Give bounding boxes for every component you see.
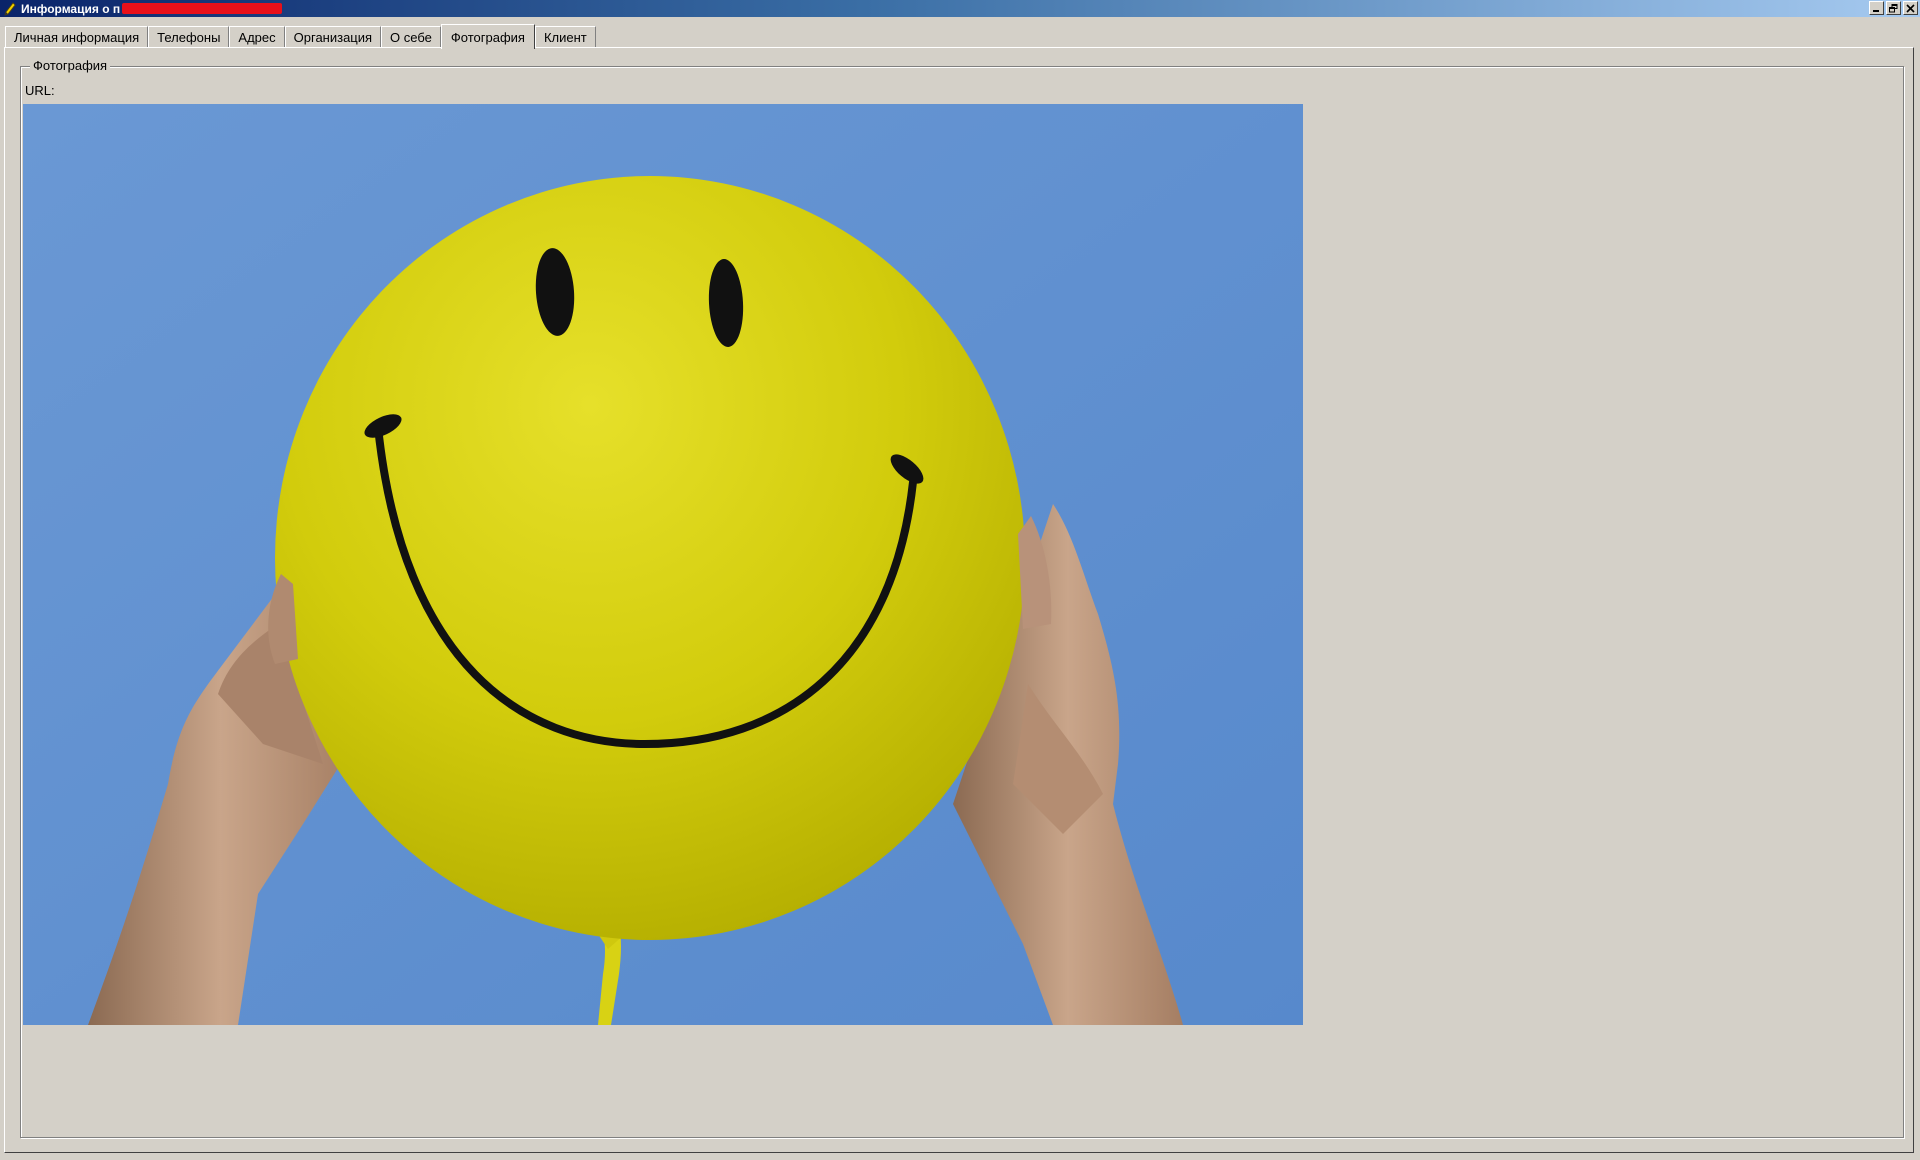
tab-about[interactable]: О себе — [381, 26, 441, 48]
tab-client[interactable]: Клиент — [534, 26, 596, 48]
photo-image — [23, 104, 1303, 1025]
url-label: URL: — [25, 83, 55, 98]
tab-phones[interactable]: Телефоны — [148, 26, 230, 48]
window-controls — [1869, 1, 1918, 15]
window-title: Информация о п — [21, 1, 121, 16]
minimize-button[interactable] — [1869, 1, 1884, 15]
groupbox-legend: Фотография — [30, 58, 111, 73]
title-bar[interactable]: Информация о п — [0, 0, 1920, 17]
tab-photo[interactable]: Фотография — [440, 24, 535, 49]
tab-strip: Личная информация Телефоны Адрес Организ… — [5, 23, 596, 49]
close-button[interactable] — [1903, 1, 1918, 15]
tab-personal-info[interactable]: Личная информация — [5, 26, 149, 48]
close-icon — [1906, 3, 1915, 13]
pen-icon — [3, 1, 17, 16]
tab-address[interactable]: Адрес — [229, 26, 285, 48]
restore-icon — [1889, 3, 1898, 12]
restore-button[interactable] — [1886, 1, 1901, 15]
redaction-mark — [122, 3, 283, 14]
minimize-icon — [1873, 9, 1879, 12]
tab-organization[interactable]: Организация — [284, 26, 382, 48]
